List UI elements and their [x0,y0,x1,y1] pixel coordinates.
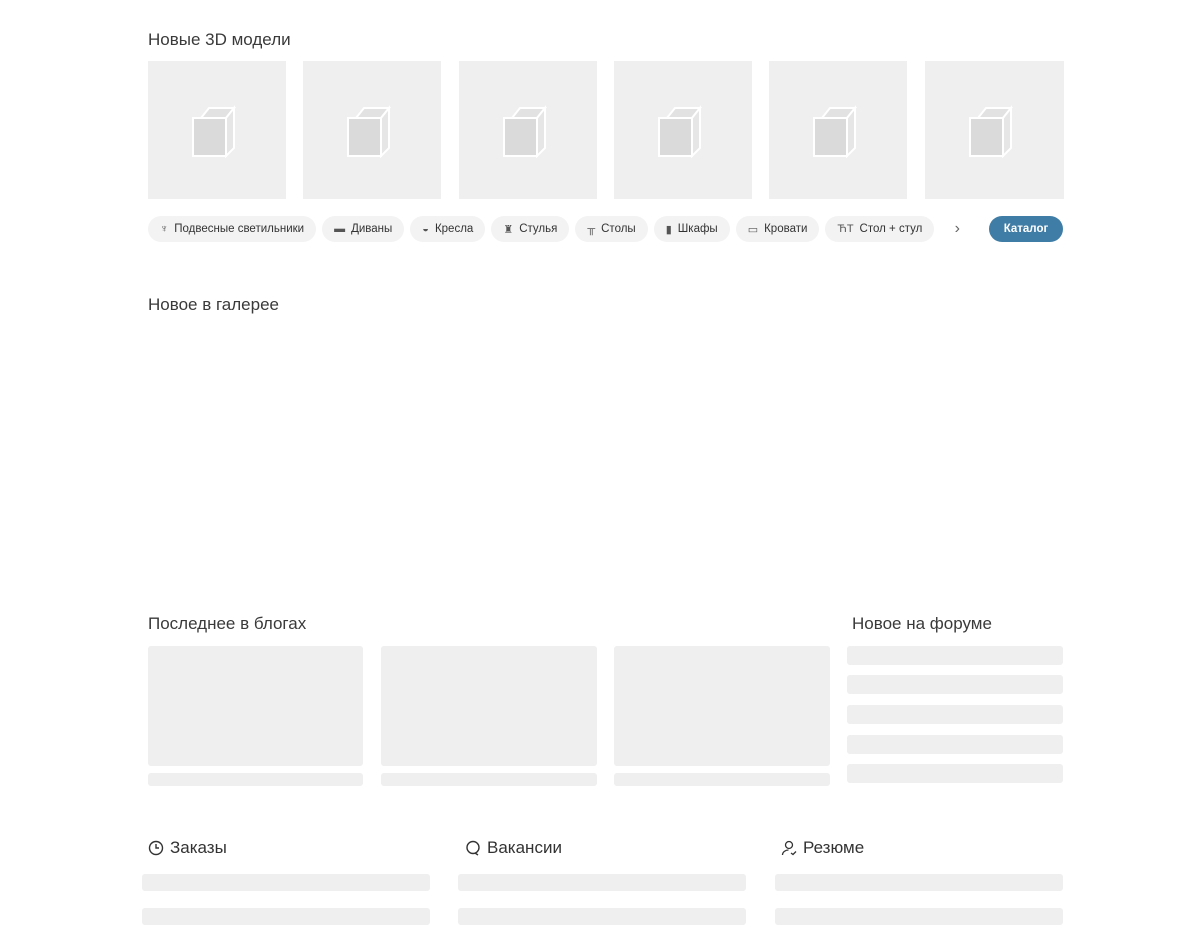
blog-image-placeholder [148,646,363,766]
cube-icon [502,105,547,158]
model-card-placeholder[interactable] [769,61,908,199]
orders-item-placeholder [142,874,430,891]
model-card-placeholder[interactable] [458,61,597,199]
chip-pendant-lights[interactable]: ♆ Подвесные светильники [148,216,317,242]
category-chips: ♆ Подвесные светильники ▬ Диваны ◒ Кресла ♜… [148,216,968,242]
chip-label: Стол + стул [859,223,923,235]
table-chair-icon: ЋT [837,223,854,235]
forum-item-placeholder [847,705,1063,724]
cube-icon [657,105,702,158]
chip-label: Стулья [519,223,558,235]
cube-icon [347,105,392,158]
chip-label: Кровати [764,223,808,235]
chair-icon: ♜ [503,223,514,236]
orders-label: Заказы [170,838,227,857]
cube-icon [968,105,1013,158]
new-models-heading: Новые 3D модели [148,30,291,49]
orders-item-placeholder [142,908,430,925]
resume-heading: Резюме [781,838,864,858]
forum-heading: Новое на форуме [852,614,992,633]
chip-chairs[interactable]: ♜ Стулья [491,216,570,242]
forum-item-placeholder [847,646,1063,665]
resume-item-placeholder [775,874,1063,891]
model-card-placeholder[interactable] [303,61,442,199]
chip-wardrobes[interactable]: ▮ Шкафы [653,216,730,242]
model-card-placeholder[interactable] [924,61,1064,199]
chip-tables[interactable]: ╥ Столы [575,216,648,242]
vacancies-heading: Вакансии [465,838,562,858]
chip-table-chair[interactable]: ЋT Стол + стул [825,216,935,242]
chip-label: Диваны [351,223,393,235]
blog-title-placeholder [614,773,830,786]
forum-item-placeholder [847,735,1063,754]
cube-icon [192,105,237,158]
search-bubble-icon [466,840,480,856]
cube-icon [813,105,858,158]
forum-item-placeholder [847,764,1063,783]
sofa-icon: ▬ [334,223,346,235]
blog-title-placeholder [148,773,363,786]
armchair-icon: ◒ [422,223,429,235]
gallery-heading: Новое в галерее [148,295,279,314]
resume-label: Резюме [803,838,865,857]
chip-sofas[interactable]: ▬ Диваны [322,216,405,242]
clock-icon [148,840,164,856]
bed-icon: ▭ [747,223,759,236]
forum-item-placeholder [847,675,1063,694]
blog-image-placeholder [614,646,830,766]
chip-label: Подвесные светильники [174,223,305,235]
blog-image-placeholder [381,646,597,766]
blogs-heading: Последнее в блогах [148,614,307,633]
vacancies-item-placeholder [458,874,746,891]
model-card-placeholder[interactable] [613,61,752,199]
chip-label: Столы [601,223,636,235]
table-icon: ╥ [587,223,596,235]
chandelier-icon: ♆ [160,223,169,235]
vacancies-label: Вакансии [487,838,562,857]
chip-armchairs[interactable]: ◒ Кресла [410,216,486,242]
chip-label: Шкафы [677,223,718,235]
orders-heading: Заказы [148,838,227,858]
wardrobe-icon: ▮ [665,223,672,236]
user-check-icon [781,840,797,856]
chevron-right-icon[interactable]: › [946,220,968,238]
chip-label: Кресла [434,223,474,235]
chip-beds[interactable]: ▭ Кровати [735,216,820,242]
vacancies-item-placeholder [458,908,746,925]
catalog-button[interactable]: Каталог [989,216,1063,242]
model-card-placeholder[interactable] [148,61,286,199]
blog-title-placeholder [381,773,597,786]
resume-item-placeholder [775,908,1063,925]
